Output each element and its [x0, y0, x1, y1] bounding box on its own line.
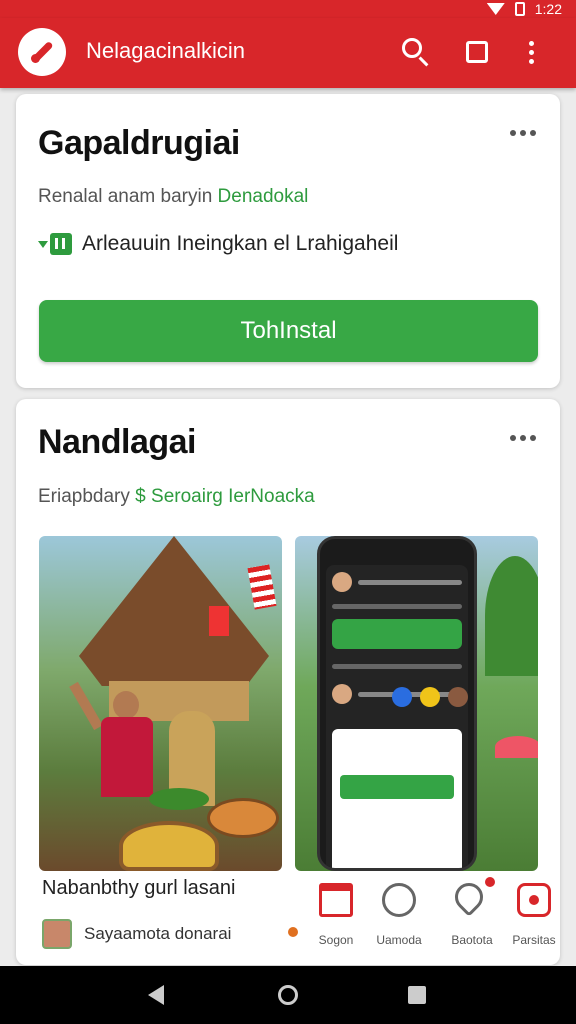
info-row: Arleauuin Ineingkan el Lrahigaheil [38, 232, 398, 256]
subtitle-text: Renalal anam baryin [38, 186, 218, 207]
install-button[interactable]: TohInstal [39, 300, 538, 362]
app-logo-icon[interactable] [18, 28, 66, 76]
app-card: Gapaldrugiai Renalal anam baryin Denadok… [16, 94, 560, 388]
info-text: Arleauuin Ineingkan el Lrahigaheil [82, 232, 399, 255]
author-name: Sayaamota donarai [84, 924, 232, 943]
home-icon[interactable] [278, 985, 298, 1005]
tab-label: Sogon [318, 933, 354, 947]
status-bar: 1:22 [0, 0, 576, 18]
price-link[interactable]: $ Seroairg IerNoacka [135, 486, 315, 507]
author-row[interactable]: Sayaamota donarai [42, 919, 231, 949]
signal-icon [486, 3, 505, 15]
tab-label: Parsitas [512, 933, 556, 947]
app-title: Nelagacinalkicin [86, 38, 245, 63]
card-title: Nandlagai [38, 423, 196, 461]
more-vert-icon[interactable] [514, 35, 548, 69]
status-icons: 1:22 [486, 0, 562, 18]
clock-icon [382, 883, 416, 917]
author-avatar [42, 919, 72, 949]
card-subtitle: Eriapbdary $ Seroairg IerNoacka [38, 486, 315, 508]
bottom-tabs: Sogon Uamoda Baotota Parsitas [288, 875, 556, 955]
back-icon[interactable] [148, 985, 164, 1005]
tab-label: Uamoda [376, 933, 422, 947]
tab-baotota[interactable]: Baotota [442, 875, 502, 955]
recent-apps-icon[interactable] [408, 986, 426, 1004]
tab-sogon[interactable]: Sogon [288, 875, 366, 955]
system-nav-bar [0, 966, 576, 1024]
indicator-dot [288, 927, 298, 937]
square-icon[interactable] [460, 35, 494, 69]
feature-card: Nandlagai Eriapbdary $ Seroairg IerNoack… [16, 399, 560, 965]
developer-link[interactable]: Denadokal [218, 186, 309, 207]
search-icon[interactable] [398, 35, 432, 69]
card-more-icon[interactable] [510, 435, 536, 441]
app-bar: Nelagacinalkicin [0, 18, 576, 88]
photo-caption: Nabanbthy gurl lasani [42, 877, 236, 899]
card-subtitle: Renalal anam baryin Denadokal [38, 186, 308, 208]
tab-label: Baotota [451, 933, 493, 947]
card-more-icon[interactable] [510, 130, 536, 136]
tag-icon [449, 877, 495, 917]
village-photo[interactable] [39, 536, 282, 871]
store-icon [319, 883, 353, 917]
battery-icon [514, 2, 525, 16]
app-screenshot-photo[interactable] [295, 536, 538, 871]
tab-parsitas[interactable]: Parsitas [504, 875, 564, 955]
tab-uamoda[interactable]: Uamoda [369, 875, 429, 955]
status-time: 1:22 [534, 1, 562, 17]
subtitle-text: Eriapbdary [38, 486, 136, 507]
phone-mockup [317, 536, 477, 871]
download-icon [38, 233, 72, 255]
card-title: Gapaldrugiai [38, 124, 240, 162]
profile-icon [517, 883, 551, 917]
